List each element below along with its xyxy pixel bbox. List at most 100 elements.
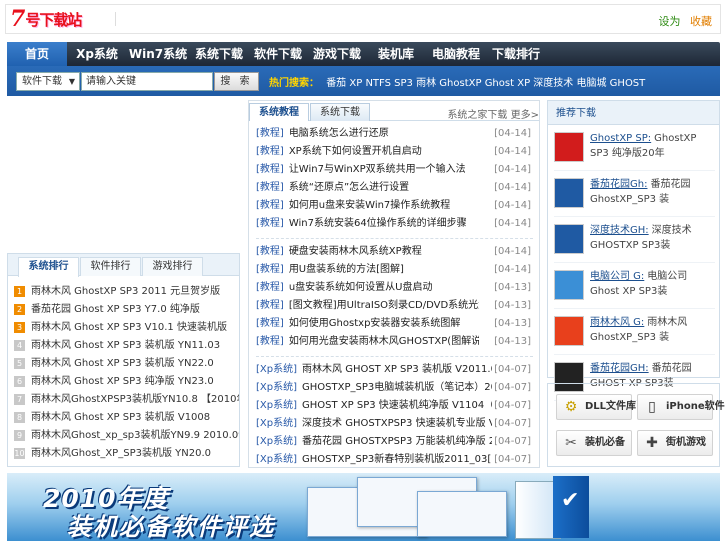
- news-title[interactable]: 硬盘安装雨林木风系统XP教程: [289, 243, 422, 261]
- nav-item-games[interactable]: 游戏下载: [309, 42, 365, 66]
- news-category[interactable]: [教程]: [256, 128, 284, 139]
- rank-title[interactable]: 番茄花园 Ghost XP SP3 Y7.0 纯净版: [31, 304, 200, 315]
- recommend-item[interactable]: 雨林木风 G: 雨林木风 GhostXP_SP3 装: [554, 313, 715, 355]
- recommend-item[interactable]: 番茄花园Gh: 番茄花园GhostXP_SP3 装: [554, 175, 715, 217]
- news-row[interactable]: [Xp系统] 深度技术 GHOSTXPSP3 快速装机专业版 V29.0[04-0…: [256, 415, 533, 433]
- recommend-link[interactable]: 番茄花园GH:: [590, 363, 649, 374]
- news-category[interactable]: [教程]: [256, 218, 284, 229]
- tab-system-tutorials[interactable]: 系统教程: [249, 103, 309, 121]
- news-row[interactable]: [Xp系统] 番茄花园 GHOSTXPSP3 万能装机纯净版 2011_[04-0…: [256, 433, 533, 451]
- news-title[interactable]: 深度技术 GHOSTXPSP3 快速装机专业版 V29.0: [302, 415, 492, 433]
- news-category[interactable]: [教程]: [256, 282, 284, 293]
- news-row[interactable]: [Xp系统] GHOSTXP_SP3电脑城装机版（笔记本）2011_04[04-0…: [256, 379, 533, 397]
- nav-item-system[interactable]: 系统下载: [191, 42, 247, 66]
- recommend-link[interactable]: 电脑公司 G:: [590, 271, 644, 282]
- nav-item-home[interactable]: 首页: [7, 42, 67, 66]
- rank-title[interactable]: 雨林木风 Ghost XP SP3 装机版 V1008: [31, 412, 210, 423]
- news-row[interactable]: [Xp系统] 雨林木风 GHOST XP SP3 装机版 V2011.04 [04-…: [256, 361, 533, 379]
- hot-word[interactable]: 番茄: [326, 78, 346, 89]
- nav-item-install[interactable]: 装机库: [368, 42, 424, 66]
- recommend-thumbnail[interactable]: [554, 316, 584, 346]
- nav-item-tutorials[interactable]: 电脑教程: [428, 42, 484, 66]
- search-input[interactable]: 请输入关键: [81, 72, 213, 91]
- news-category[interactable]: [教程]: [256, 146, 284, 157]
- recommend-thumbnail[interactable]: [554, 132, 584, 162]
- news-title[interactable]: 用U盘装系统的方法[图解]: [289, 261, 404, 279]
- tab-software-ranking[interactable]: 软件排行: [80, 257, 141, 276]
- promo-banner[interactable]: 2010年度 装机必备软件评选: [7, 473, 720, 541]
- news-category[interactable]: [教程]: [256, 300, 284, 311]
- news-category[interactable]: [Xp系统]: [256, 454, 297, 465]
- hot-word[interactable]: GHOST: [610, 78, 646, 89]
- news-row[interactable]: [教程] Win7系统安装64位操作系统的详细步骤 [04-14]: [256, 215, 533, 233]
- search-scope-select[interactable]: 软件下载 ▼: [16, 72, 80, 91]
- list-item[interactable]: 5 雨林木风 Ghost XP SP3 装机版 YN22.0: [14, 355, 239, 373]
- list-item[interactable]: 3 雨林木风 Ghost XP SP3 V10.1 快速装机版: [14, 319, 239, 337]
- hot-word[interactable]: 深度技术: [533, 78, 573, 89]
- news-title[interactable]: 如何使用Ghostxp安装器安装系统图解: [289, 315, 461, 333]
- news-title[interactable]: Win7系统安装64位操作系统的详细步骤: [289, 215, 467, 233]
- list-item[interactable]: 1 雨林木风 GhostXP SP3 2011 元旦贺岁版: [14, 283, 239, 301]
- news-title[interactable]: 让Win7与WinXP双系统共用一个输入法: [289, 161, 466, 179]
- news-category[interactable]: [教程]: [256, 264, 284, 275]
- news-category[interactable]: [Xp系统]: [256, 436, 297, 447]
- news-title[interactable]: 系统“还原点”怎么进行设置: [289, 179, 409, 197]
- news-title[interactable]: GHOST XP SP3 快速装机纯净版 V1104（FAT3: [302, 397, 492, 415]
- hot-word[interactable]: XP: [517, 78, 530, 89]
- news-row[interactable]: [教程] 硬盘安装雨林木风系统XP教程 [04-14]: [256, 243, 533, 261]
- news-category[interactable]: [教程]: [256, 182, 284, 193]
- news-title[interactable]: [图文教程]用UltraISO刻录CD/DVD系统光盘: [289, 297, 479, 315]
- search-button[interactable]: 搜 索: [214, 72, 259, 91]
- news-row[interactable]: [教程] 系统“还原点”怎么进行设置 [04-14]: [256, 179, 533, 197]
- news-row[interactable]: [Xp系统] GHOST XP SP3 快速装机纯净版 V1104（FAT3[04…: [256, 397, 533, 415]
- tab-game-ranking[interactable]: 游戏排行: [142, 257, 203, 276]
- list-item[interactable]: 8 雨林木风 Ghost XP SP3 装机版 V1008: [14, 409, 239, 427]
- news-row[interactable]: [教程] [图文教程]用UltraISO刻录CD/DVD系统光盘 [04-13]: [256, 297, 533, 315]
- install-essentials-button[interactable]: ✂ 装机必备: [556, 430, 632, 456]
- recommend-link[interactable]: 深度技术GH:: [590, 225, 649, 236]
- list-item[interactable]: 7 雨林木风GhostXPSP3装机版YN10.8 【2010年09月】: [14, 391, 239, 409]
- bookmark-link[interactable]: 收藏: [690, 15, 712, 28]
- rank-title[interactable]: 雨林木风GhostXPSP3装机版YN10.8 【2010年09月】: [31, 394, 239, 405]
- news-row[interactable]: [教程] 让Win7与WinXP双系统共用一个输入法 [04-14]: [256, 161, 533, 179]
- recommend-link[interactable]: GhostXP SP:: [590, 133, 651, 144]
- news-category[interactable]: [教程]: [256, 246, 284, 257]
- news-row[interactable]: [教程] u盘安装系统如何设置从U盘启动 [04-13]: [256, 279, 533, 297]
- recommend-item[interactable]: GhostXP SP: GhostXP SP3 纯净版20年: [554, 129, 715, 171]
- news-row[interactable]: [Xp系统] GHOSTXP_SP3新春特别装机版2011_03[PE版本[04-…: [256, 451, 533, 469]
- recommend-thumbnail[interactable]: [554, 224, 584, 254]
- news-title[interactable]: XP系统下如何设置开机自启动: [289, 143, 422, 161]
- recommend-item[interactable]: 电脑公司 G: 电脑公司 Ghost XP SP3装: [554, 267, 715, 309]
- list-item[interactable]: 9 雨林木风Ghost_xp_sp3装机版YN9.9 2010.09月装机版: [14, 427, 239, 445]
- tab-system-ranking[interactable]: 系统排行: [18, 257, 79, 277]
- news-category[interactable]: [Xp系统]: [256, 364, 297, 375]
- news-row[interactable]: [教程] 用U盘装系统的方法[图解] [04-14]: [256, 261, 533, 279]
- news-title[interactable]: 电脑系统怎么进行还原: [289, 125, 389, 143]
- site-logo[interactable]: 7 号下载站: [10, 7, 82, 31]
- news-title[interactable]: 如何用u盘来安装Win7操作系统教程: [289, 197, 450, 215]
- recommend-thumbnail[interactable]: [554, 178, 584, 208]
- news-title[interactable]: 如何用光盘安装雨林木风GHOSTXP(图解说明: [289, 333, 479, 351]
- news-title[interactable]: GHOSTXP_SP3电脑城装机版（笔记本）2011_04: [302, 379, 492, 397]
- news-row[interactable]: [教程] 如何用光盘安装雨林木风GHOSTXP(图解说明 [04-13]: [256, 333, 533, 351]
- arcade-games-button[interactable]: ✚ 街机游戏: [637, 430, 713, 456]
- rank-title[interactable]: 雨林木风 Ghost XP SP3 装机版 YN11.03: [31, 340, 220, 351]
- rank-title[interactable]: 雨林木风 Ghost XP SP3 纯净版 YN23.0: [31, 376, 214, 387]
- news-category[interactable]: [Xp系统]: [256, 400, 297, 411]
- nav-item-win7[interactable]: Win7系统: [127, 42, 189, 66]
- list-item[interactable]: 4 雨林木风 Ghost XP SP3 装机版 YN11.03: [14, 337, 239, 355]
- news-category[interactable]: [教程]: [256, 318, 284, 329]
- news-row[interactable]: [教程] 如何使用Ghostxp安装器安装系统图解 [04-13]: [256, 315, 533, 333]
- rank-title[interactable]: 雨林木风 GhostXP SP3 2011 元旦贺岁版: [31, 286, 220, 297]
- dll-library-button[interactable]: ⚙ DLL文件库: [556, 394, 636, 420]
- news-category[interactable]: [教程]: [256, 200, 284, 211]
- news-title[interactable]: u盘安装系统如何设置从U盘启动: [289, 279, 433, 297]
- news-row[interactable]: [教程] 电脑系统怎么进行还原 [04-14]: [256, 125, 533, 143]
- news-row[interactable]: [教程] XP系统下如何设置开机自启动 [04-14]: [256, 143, 533, 161]
- hot-word[interactable]: 电脑城: [576, 78, 606, 89]
- news-category[interactable]: [Xp系统]: [256, 382, 297, 393]
- nav-item-ranking[interactable]: 下载排行: [488, 42, 544, 66]
- iphone-software-button[interactable]: ▯ iPhone软件: [637, 394, 725, 420]
- news-row[interactable]: [教程] 如何用u盘来安装Win7操作系统教程 [04-14]: [256, 197, 533, 215]
- rank-title[interactable]: 雨林木风Ghost_xp_sp3装机版YN9.9 2010.09月装机版: [31, 430, 239, 441]
